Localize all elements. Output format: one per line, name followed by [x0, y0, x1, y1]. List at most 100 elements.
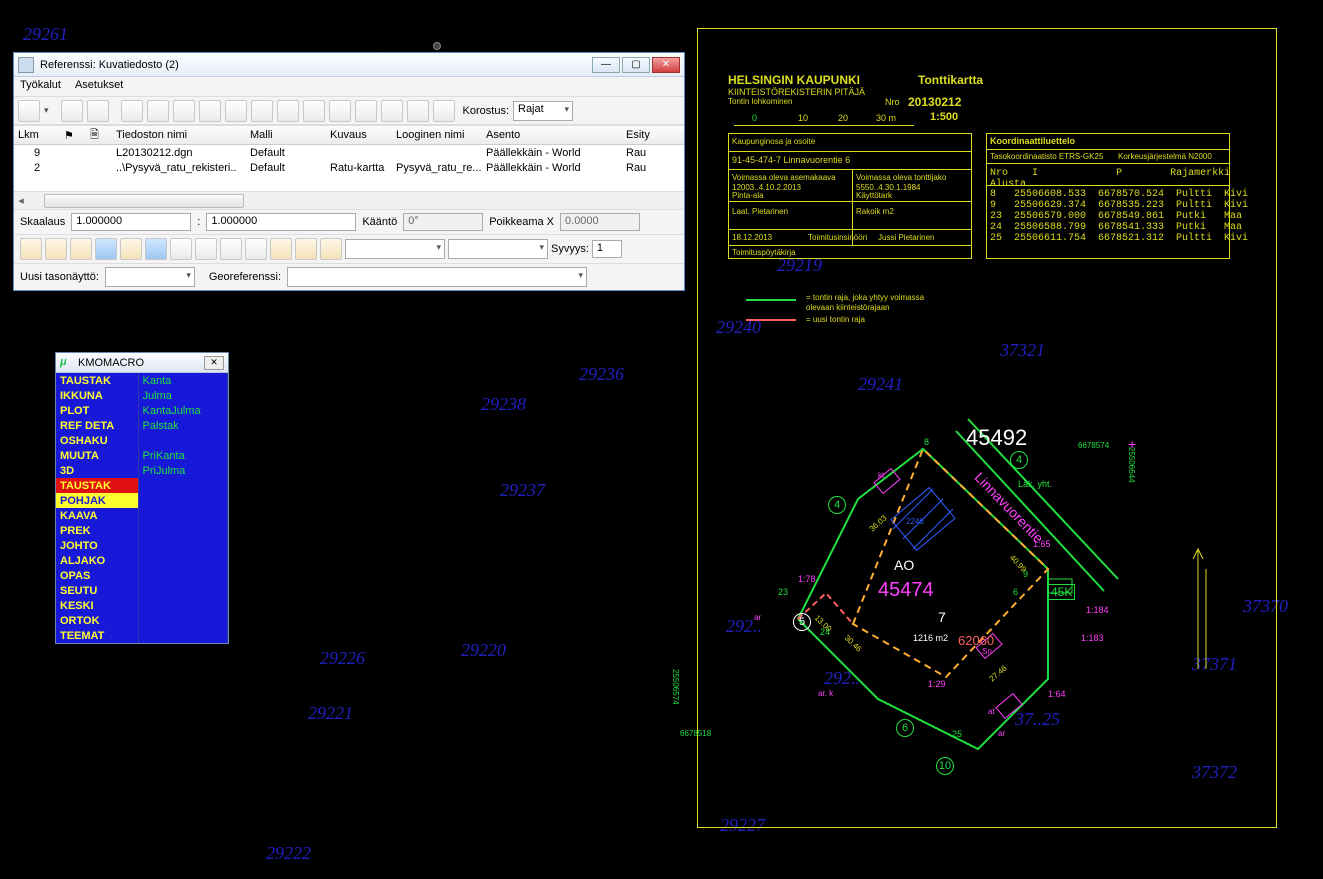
table-row[interactable]: 2..\Pysyvä_ratu_rekisteri..DefaultRatu-k…: [14, 160, 684, 175]
palette-row[interactable]: MUUTAPriKanta: [56, 448, 228, 463]
col-doc-icon[interactable]: 🗎: [86, 126, 112, 145]
kaanto-input[interactable]: 0°: [403, 213, 483, 231]
bottom-fields: Uusi tasonäyttö: Georeferenssi:: [14, 263, 684, 290]
btn-4[interactable]: [95, 238, 117, 260]
tool-x-icon[interactable]: [433, 100, 455, 122]
palette-row[interactable]: TAUSTAK: [56, 478, 228, 493]
dropdown-arrow-icon[interactable]: ▾: [44, 105, 49, 116]
node-24: 24: [820, 627, 830, 637]
cad-node-label: 29221: [308, 703, 353, 724]
btn-6[interactable]: [145, 238, 167, 260]
palette-row[interactable]: REF DETAPalstak: [56, 418, 228, 433]
georef-label: Georeferenssi:: [209, 271, 281, 283]
tool-edit-icon[interactable]: [199, 100, 221, 122]
palette-row[interactable]: 3DPriJulma: [56, 463, 228, 478]
tool-mirror-icon[interactable]: [329, 100, 351, 122]
combo-b[interactable]: [448, 239, 548, 259]
palette-row[interactable]: KAAVA: [56, 508, 228, 523]
palette-row[interactable]: PREK: [56, 523, 228, 538]
tool-sphere-icon[interactable]: [407, 100, 429, 122]
btn-1[interactable]: [20, 238, 42, 260]
korostus-label: Korostus:: [463, 105, 509, 117]
kaanto-label: Kääntö: [362, 216, 397, 228]
palette-row[interactable]: ALJAKO: [56, 553, 228, 568]
close-button[interactable]: ✕: [652, 57, 680, 73]
btn-5[interactable]: [120, 238, 142, 260]
georef-combo[interactable]: [287, 267, 587, 287]
btn-3[interactable]: [70, 238, 92, 260]
table-row[interactable]: 9L20130212.dgnDefaultPäällekkäin - World…: [14, 145, 684, 160]
menu-tyokalut[interactable]: Työkalut: [20, 79, 61, 94]
col-lkm[interactable]: Lkm: [14, 129, 60, 141]
col-esity[interactable]: Esity: [622, 129, 672, 141]
tool-mask-icon[interactable]: [147, 100, 169, 122]
menu-asetukset[interactable]: Asetukset: [75, 79, 123, 94]
poikkeama-label: Poikkeama X: [489, 216, 554, 228]
grid-header: Lkm ⚑ 🗎 Tiedoston nimi Malli Kuvaus Loog…: [14, 125, 684, 145]
kmomacro-palette[interactable]: μ KMOMACRO ✕ TAUSTAKKantaIKKUNAJulmaPLOT…: [55, 352, 229, 644]
uusi-combo[interactable]: [105, 267, 195, 287]
korostus-combo[interactable]: Rajat: [513, 101, 573, 121]
tool-attach-icon[interactable]: [61, 100, 83, 122]
btn-8[interactable]: [195, 238, 217, 260]
col-kuvaus[interactable]: Kuvaus: [326, 129, 392, 141]
col-asento[interactable]: Asento: [482, 129, 622, 141]
node-4b: 4: [828, 496, 846, 514]
horizontal-scrollbar[interactable]: ◂: [14, 191, 684, 209]
tool-tree-icon[interactable]: [18, 100, 40, 122]
palette-row[interactable]: ORTOK: [56, 613, 228, 628]
sn: Sn: [982, 647, 992, 656]
tool-delete-clip-icon[interactable]: [173, 100, 195, 122]
palette-row[interactable]: SEUTU: [56, 583, 228, 598]
col-looginen[interactable]: Looginen nimi: [392, 129, 482, 141]
cad-node-label: 29226: [320, 648, 365, 669]
col-flag-icon[interactable]: ⚑: [60, 129, 86, 142]
btn-9[interactable]: [220, 238, 242, 260]
btn-10[interactable]: [245, 238, 267, 260]
tool-scale-icon[interactable]: [303, 100, 325, 122]
skaalaus-a-input[interactable]: 1.000000: [71, 213, 191, 231]
tool-clip-icon[interactable]: [121, 100, 143, 122]
tool-copy-icon[interactable]: [277, 100, 299, 122]
tool-detach-icon[interactable]: [87, 100, 109, 122]
syvyys-input[interactable]: 1: [592, 240, 622, 258]
palette-row[interactable]: IKKUNAJulma: [56, 388, 228, 403]
palette-table: TAUSTAKKantaIKKUNAJulmaPLOTKantaJulmaREF…: [56, 373, 228, 643]
maximize-button[interactable]: ▢: [622, 57, 650, 73]
btn-13[interactable]: [320, 238, 342, 260]
tool-move-icon[interactable]: [251, 100, 273, 122]
btn-11[interactable]: [270, 238, 292, 260]
ratio-165: 1:65: [1033, 539, 1051, 549]
skaalaus-b-input[interactable]: 1.000000: [206, 213, 356, 231]
palette-row[interactable]: POHJAK: [56, 493, 228, 508]
col-malli[interactable]: Malli: [246, 129, 326, 141]
coord-n2: 25506644: [1127, 447, 1136, 483]
cad-node-label: 29222: [266, 843, 311, 864]
palette-row[interactable]: TAUSTAKKanta: [56, 373, 228, 388]
poikkeama-input[interactable]: 0.0000: [560, 213, 640, 231]
titlebar[interactable]: Referenssi: Kuvatiedosto (2) — ▢ ✕: [14, 53, 684, 77]
node-6s: 6: [1013, 587, 1018, 597]
tool-reload-icon[interactable]: [225, 100, 247, 122]
btn-12[interactable]: [295, 238, 317, 260]
palette-titlebar[interactable]: μ KMOMACRO ✕: [56, 353, 228, 373]
combo-a[interactable]: [345, 239, 445, 259]
app-icon: [18, 57, 34, 73]
minimize-button[interactable]: —: [592, 57, 620, 73]
palette-row[interactable]: TEEMAT: [56, 628, 228, 643]
palette-row[interactable]: KESKI: [56, 598, 228, 613]
ar1: ar: [754, 613, 761, 622]
tool-merge-icon[interactable]: [381, 100, 403, 122]
col-tiedoston[interactable]: Tiedoston nimi: [112, 129, 246, 141]
palette-close-button[interactable]: ✕: [204, 356, 224, 370]
palette-row[interactable]: JOHTO: [56, 538, 228, 553]
palette-row[interactable]: PLOTKantaJulma: [56, 403, 228, 418]
palette-row[interactable]: OPAS: [56, 568, 228, 583]
parcel-45492: 45492: [966, 425, 1027, 451]
tool-rotate-icon[interactable]: [355, 100, 377, 122]
palette-row[interactable]: OSHAKU: [56, 433, 228, 448]
btn-7[interactable]: [170, 238, 192, 260]
parcel-area: 1216 m2: [913, 633, 948, 643]
scrollbar-thumb[interactable]: [44, 194, 244, 208]
btn-2[interactable]: [45, 238, 67, 260]
